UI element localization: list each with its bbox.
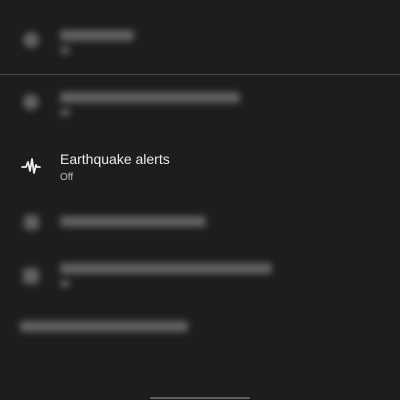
settings-item-blurred-1[interactable] [0, 14, 400, 66]
settings-item-blurred-4[interactable] [0, 250, 400, 302]
blurred-subtitle [60, 109, 70, 116]
blurred-title [60, 30, 134, 41]
blurred-icon [20, 211, 42, 233]
gesture-nav-handle[interactable] [150, 397, 250, 399]
blurred-icon [20, 265, 42, 287]
earthquake-alerts-title: Earthquake alerts [60, 151, 170, 167]
footer-link-blurred[interactable] [20, 321, 188, 332]
section-divider [0, 74, 400, 75]
blurred-icon [20, 29, 42, 51]
earthquake-alerts-status: Off [60, 172, 74, 183]
earthquake-icon [20, 155, 42, 177]
blurred-title [60, 216, 206, 227]
blurred-subtitle [60, 47, 70, 54]
settings-item-blurred-2[interactable] [0, 76, 400, 128]
blurred-title [60, 263, 272, 274]
blurred-title [60, 92, 240, 103]
settings-screen: Earthquake alerts Off [0, 0, 400, 400]
settings-item-blurred-3[interactable] [0, 196, 400, 248]
blurred-subtitle [60, 280, 70, 287]
blurred-icon [20, 91, 42, 113]
settings-item-earthquake-alerts[interactable]: Earthquake alerts Off [0, 140, 400, 192]
